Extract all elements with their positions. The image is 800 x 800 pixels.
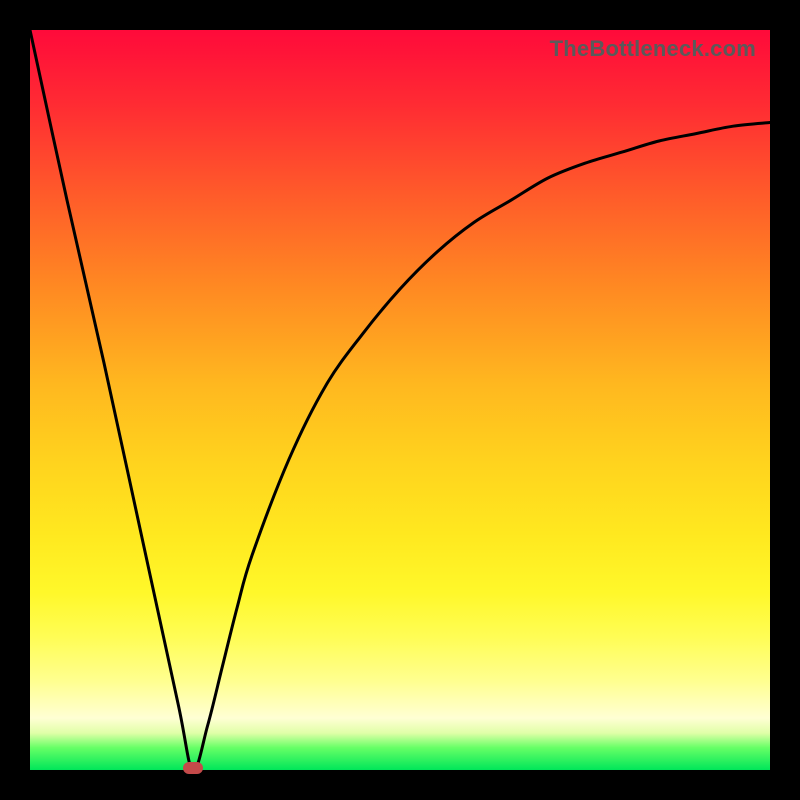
bottleneck-curve xyxy=(30,30,770,770)
chart-area: TheBottleneck.com xyxy=(30,30,770,770)
minimum-marker xyxy=(183,762,203,774)
